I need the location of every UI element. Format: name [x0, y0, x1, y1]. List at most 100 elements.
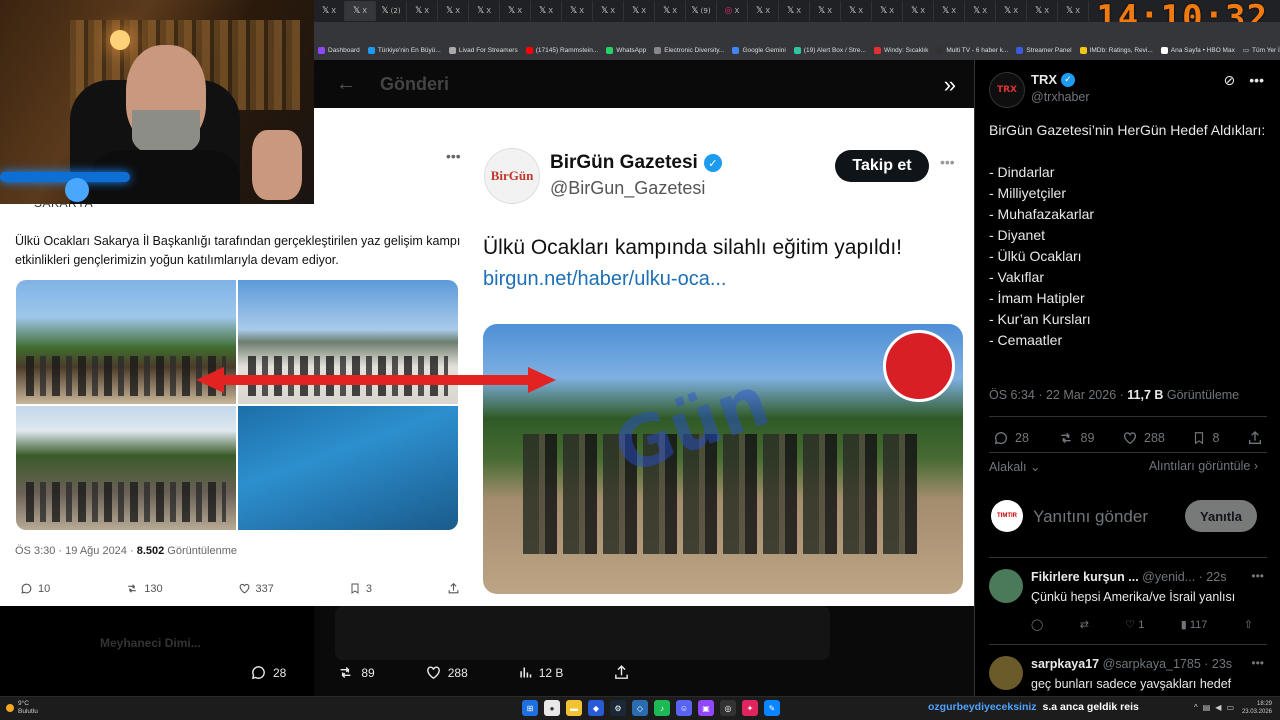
share-button[interactable] — [1247, 430, 1263, 446]
app-icon[interactable]: ✎ — [764, 700, 780, 716]
birgun-avatar: BirGün — [484, 148, 540, 204]
media-share-button[interactable] — [613, 664, 630, 681]
obs-icon[interactable]: ◎ — [720, 700, 736, 716]
bookmark-favicon-icon — [318, 46, 325, 54]
comment-views[interactable]: ▮ 117 — [1181, 618, 1208, 631]
bookmark-item[interactable]: (19) Alert Box / Stre... — [790, 46, 870, 54]
tweet-line — [989, 141, 1269, 162]
tweet-time[interactable]: ÖS 6:34 · 22 Mar 2026 · — [989, 388, 1127, 402]
browser-tab[interactable]: 𝕏X — [531, 1, 562, 21]
bookmark-item[interactable]: Google Gemini — [728, 46, 789, 54]
browser-tab[interactable]: 𝕏X — [810, 1, 841, 21]
app-icon[interactable]: ◇ — [632, 700, 648, 716]
media-repost-button[interactable]: 89 — [336, 664, 375, 681]
browser-tab[interactable]: 𝕏X — [996, 1, 1027, 21]
app-icon[interactable]: ✦ — [742, 700, 758, 716]
bookmark-favicon-icon — [1016, 46, 1024, 54]
browser-tab[interactable]: 𝕏X — [593, 1, 624, 21]
more-icon[interactable]: ••• — [1251, 656, 1264, 670]
browser-tab[interactable]: 𝕏X — [469, 1, 500, 21]
browser-tab[interactable]: 𝕏X — [407, 1, 438, 21]
browser-tab[interactable]: 𝕏X — [624, 1, 655, 21]
address-bar[interactable] — [314, 22, 1280, 40]
repost-button[interactable]: 89 — [1057, 430, 1094, 446]
battery-icon[interactable]: ▭ — [1226, 703, 1234, 712]
media-reply-button[interactable]: 28 — [250, 664, 286, 681]
comment-author[interactable]: sarpkaya17 @sarpkaya_1785 · 23s — [1031, 657, 1232, 671]
comment-avatar[interactable] — [989, 656, 1023, 690]
media-views[interactable]: 12 B — [518, 664, 563, 681]
browser-tab[interactable]: 𝕏 (9) — [686, 1, 717, 21]
spotify-icon[interactable]: ♪ — [654, 700, 670, 716]
browser-tab[interactable]: 𝕏X — [779, 1, 810, 21]
bookmark-item[interactable]: WhatsApp — [602, 46, 650, 54]
browser-tab[interactable]: ◎ X — [717, 1, 748, 21]
browser-tab[interactable]: 𝕏X — [345, 1, 376, 21]
bookmark-item[interactable]: Türkiye'nin En Büyü... — [364, 46, 445, 54]
reply-icon[interactable]: ◯ — [1031, 618, 1043, 631]
reply-input[interactable]: Yanıtını gönder — [1033, 507, 1148, 527]
expand-icon[interactable]: » — [944, 72, 956, 98]
chrome-icon[interactable]: ● — [544, 700, 560, 716]
browser-tab[interactable]: 𝕏X — [841, 1, 872, 21]
file-explorer-icon[interactable]: ▬ — [566, 700, 582, 716]
media-like-button[interactable]: 288 — [425, 664, 468, 681]
bookmark-item[interactable]: (17145) Rammstein... — [522, 46, 603, 54]
bookmark-item[interactable]: Streamer Panel — [1012, 46, 1075, 54]
browser-tab[interactable]: 𝕏X — [965, 1, 996, 21]
grok-icon[interactable]: ⊘ — [1224, 72, 1236, 89]
volume-icon[interactable]: ◀ — [1215, 703, 1221, 712]
author-name[interactable]: TRX ✓ — [1031, 72, 1075, 87]
bookmark-item[interactable]: Windy: Sıcaklık — [870, 46, 932, 54]
bookmark-item[interactable]: Electronic Diversity... — [650, 46, 728, 54]
comment-avatar[interactable] — [989, 569, 1023, 603]
network-icon[interactable]: ▤ — [1203, 703, 1211, 712]
browser-tab[interactable]: 𝕏X — [500, 1, 531, 21]
all-bookmarks-folder[interactable]: ▭Tüm Yer İşaretleri — [1239, 46, 1280, 55]
repost-icon[interactable]: ⇄ — [1080, 618, 1089, 631]
camp-photo-4 — [238, 406, 458, 530]
share-icon[interactable]: ⇧ — [1244, 618, 1253, 631]
back-arrow-icon[interactable]: ← — [336, 73, 356, 96]
system-clock[interactable]: 18:29 23.03.2026 — [1242, 700, 1272, 716]
browser-tab[interactable]: 𝕏X — [562, 1, 593, 21]
browser-tab[interactable]: 𝕏X — [314, 1, 345, 21]
chevron-up-icon[interactable]: ^ — [1194, 703, 1198, 712]
bookmark-label: IMDb: Ratings, Revi... — [1089, 46, 1153, 54]
like-button[interactable]: 288 — [1122, 430, 1165, 446]
reply-button[interactable]: 28 — [993, 430, 1029, 446]
browser-tab[interactable]: 𝕏X — [1027, 1, 1058, 21]
reply-submit-button[interactable]: Yanıtla — [1185, 500, 1257, 532]
more-icon[interactable]: ••• — [1251, 569, 1264, 583]
bookmark-item[interactable]: Livad For Streamers — [445, 46, 522, 54]
bookmark-item[interactable]: Dashboard — [314, 46, 364, 54]
more-icon[interactable]: ••• — [1249, 72, 1264, 89]
view-quotes-link[interactable]: Alıntıları görüntüle › — [1149, 459, 1258, 473]
steam-icon[interactable]: ⚙ — [610, 700, 626, 716]
weather-widget[interactable]: 9°C Bulutlu — [6, 700, 38, 716]
bookmark-item[interactable]: Ana Sayfa • HBO Max — [1157, 46, 1239, 54]
windows-start-icon[interactable]: ⊞ — [522, 700, 538, 716]
trx-avatar[interactable]: TRX — [989, 72, 1025, 108]
tweet-line: - Kur’an Kursları — [989, 311, 1091, 327]
sort-dropdown[interactable]: Alakalı ⌄ — [989, 459, 1041, 474]
author-handle[interactable]: @trxhaber — [1031, 90, 1090, 104]
app-icon[interactable]: ◆ — [588, 700, 604, 716]
browser-tab[interactable]: 𝕏X — [655, 1, 686, 21]
bookmark-label: Dashboard — [328, 46, 360, 54]
browser-tab[interactable]: 𝕏X — [438, 1, 469, 21]
bookmark-item[interactable]: Multi TV - 6 haber k... — [932, 46, 1012, 54]
comment-author[interactable]: Fikirlere kurşun ... @yenid... · 22s — [1031, 570, 1226, 584]
browser-tab[interactable]: 𝕏X — [1058, 1, 1089, 21]
bookmark-favicon-icon — [525, 46, 533, 54]
browser-tab[interactable]: 𝕏X — [903, 1, 934, 21]
browser-tab[interactable]: 𝕏X — [934, 1, 965, 21]
browser-tab[interactable]: 𝕏X — [872, 1, 903, 21]
bookmark-button[interactable]: 8 — [1192, 430, 1219, 446]
twitch-icon[interactable]: ▣ — [698, 700, 714, 716]
browser-tab[interactable]: 𝕏X — [748, 1, 779, 21]
comment-like[interactable]: ♡ 1 — [1125, 618, 1144, 631]
browser-tab[interactable]: 𝕏 (2) — [376, 1, 407, 21]
discord-icon[interactable]: ☺ — [676, 700, 692, 716]
bookmark-item[interactable]: IMDb: Ratings, Revi... — [1076, 46, 1157, 54]
